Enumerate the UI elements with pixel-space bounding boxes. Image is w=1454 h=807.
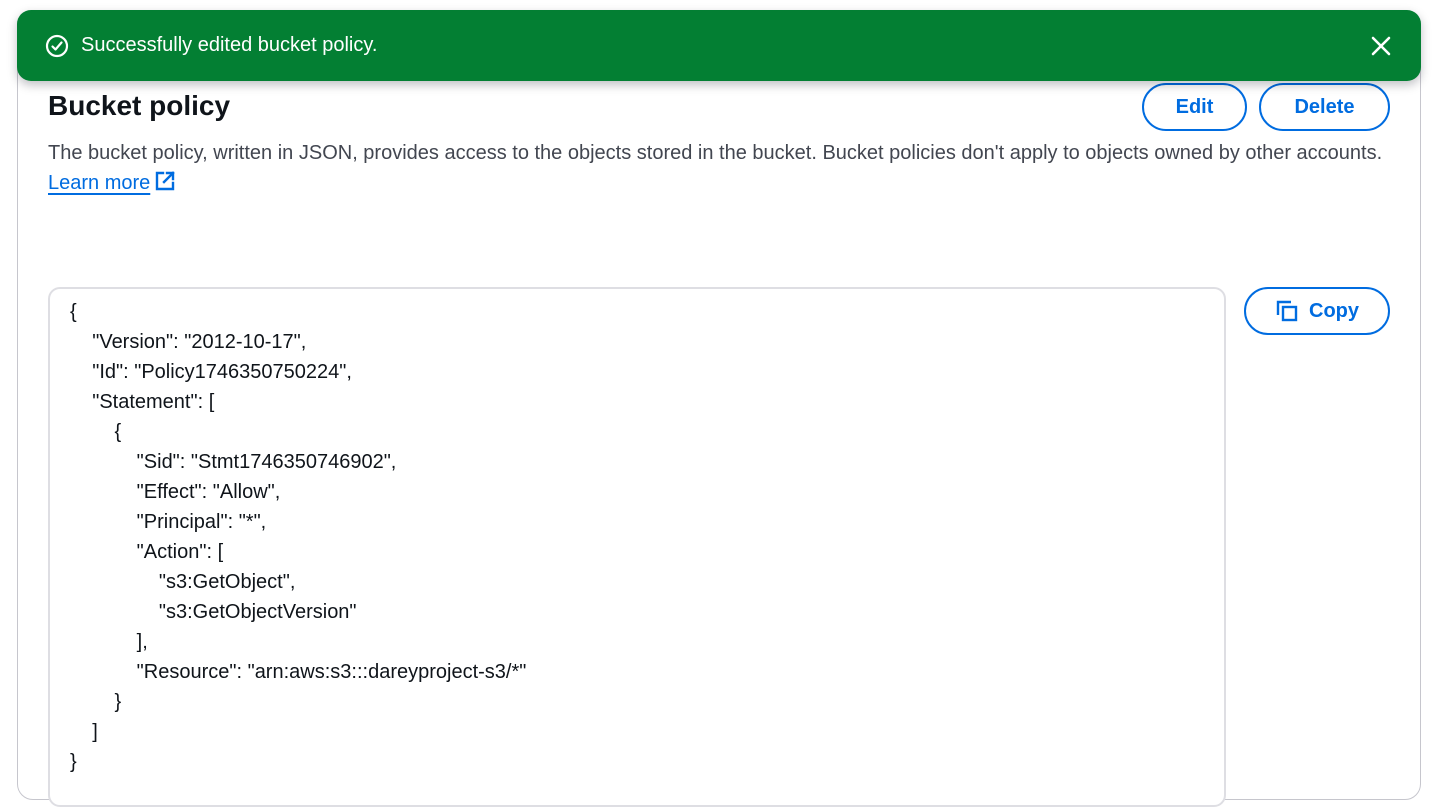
code-line: "Sid": "Stmt1746350746902", [70,451,397,473]
edit-button[interactable]: Edit [1142,83,1247,131]
code-line: } [70,691,122,713]
code-line: "s3:GetObjectVersion" [70,601,357,623]
close-icon[interactable] [1361,26,1401,66]
code-line: "Effect": "Allow", [70,481,281,503]
learn-more-link[interactable]: Learn more [48,171,176,194]
success-flash-bar: Successfully edited bucket policy. [17,10,1421,81]
description-text: The bucket policy, written in JSON, prov… [48,142,1383,164]
code-line: { [70,421,122,443]
learn-more-label: Learn more [48,172,151,194]
code-line: "Statement": [ [70,391,215,413]
copy-icon [1275,299,1299,323]
copy-button[interactable]: Copy [1244,287,1390,335]
copy-label: Copy [1309,299,1359,322]
code-line: "s3:GetObject", [70,571,296,593]
code-line: ], [70,631,148,653]
check-circle-icon [45,34,69,58]
code-line: ] [70,721,98,743]
external-link-icon [154,170,176,201]
code-line: "Principal": "*", [70,511,267,533]
section-title: Bucket policy [48,90,231,121]
code-line: "Resource": "arn:aws:s3:::dareyproject-s… [70,661,527,683]
code-line: "Id": "Policy1746350750224", [70,361,352,383]
code-line: "Action": [ [70,541,224,563]
section-description: The bucket policy, written in JSON, prov… [48,138,1398,201]
code-line: { [70,301,77,323]
delete-button[interactable]: Delete [1259,83,1390,131]
flash-message: Successfully edited bucket policy. [81,34,378,56]
code-line: "Version": "2012-10-17", [70,331,307,353]
policy-code-viewer: { "Version": "2012-10-17", "Id": "Policy… [48,287,1226,807]
